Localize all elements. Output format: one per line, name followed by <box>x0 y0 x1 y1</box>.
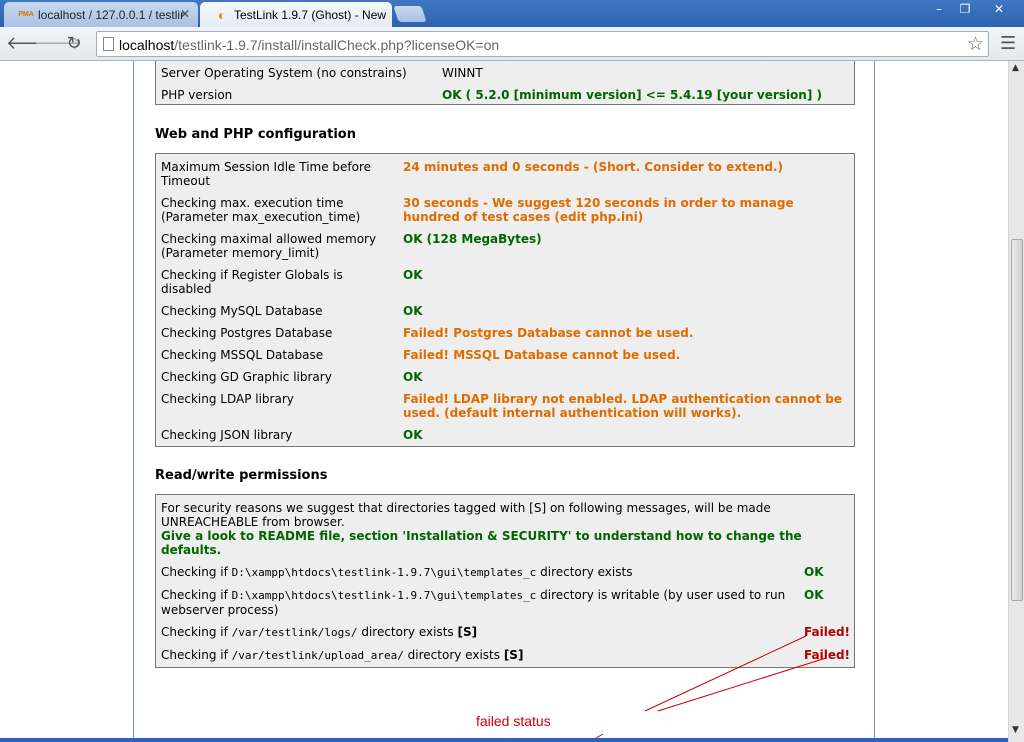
browser-toolbar: 🡐 🡒 ↻ localhost/testlink-1.9.7/install/i… <box>0 27 1024 61</box>
address-bar[interactable]: localhost/testlink-1.9.7/install/install… <box>96 31 989 57</box>
security-tag: [S] <box>457 625 478 639</box>
row-status: Failed! Postgres Database cannot be used… <box>403 326 694 340</box>
section-heading: Web and PHP configuration <box>155 127 356 142</box>
perm-post: directory exists <box>536 565 633 579</box>
pma-icon: PMA <box>18 11 34 18</box>
reload-icon[interactable]: ↻ <box>63 33 85 55</box>
row-label: Checking if Register Globals is disabled <box>161 268 343 296</box>
page-viewport: Server Operating System (no constrains) … <box>0 61 1008 742</box>
row-label: Maximum Session Idle Time before Timeout <box>161 160 372 188</box>
url-path: /testlink-1.9.7/install/installCheck.php… <box>174 37 500 53</box>
perm-pre: Checking if <box>161 648 232 662</box>
section-heading: Read/write permissions <box>155 468 328 483</box>
tab-testlink[interactable]: ◐ TestLink 1.9.7 (Ghost) - New <box>200 2 392 27</box>
content-container: Server Operating System (no constrains) … <box>133 61 875 742</box>
security-intro: For security reasons we suggest that dir… <box>161 501 771 529</box>
scroll-down-icon[interactable]: ▼ <box>1012 725 1019 735</box>
perm-path: D:\xampp\htdocs\testlink-1.9.7\gui\templ… <box>231 566 537 579</box>
tab-label: TestLink 1.9.7 (Ghost) - New <box>234 8 387 22</box>
row-label: Checking MySQL Database <box>161 304 323 318</box>
row-status: OK <box>403 428 423 442</box>
testlink-icon: ◐ <box>217 7 227 23</box>
tab-label: localhost / 127.0.0.1 / testlir <box>38 8 185 22</box>
back-icon[interactable]: 🡐 <box>6 33 54 55</box>
new-tab-button[interactable] <box>393 6 427 22</box>
row-label: Checking maximal allowed memory (Paramet… <box>161 232 377 260</box>
readme-note: Give a look to README file, section 'Ins… <box>161 529 802 557</box>
restore-icon[interactable]: ❐ <box>952 1 978 17</box>
php-version-status: OK ( 5.2.0 [minimum version] <= 5.4.19 [… <box>442 88 822 102</box>
row-status: OK (128 MegaBytes) <box>403 232 542 246</box>
taskbar-strip <box>0 738 1008 742</box>
bookmark-star-icon[interactable]: ☆ <box>967 33 984 55</box>
web-php-config-table: Maximum Session Idle Time before Timeout… <box>155 153 855 447</box>
perm-row-label: Checking if /var/testlink/logs/ director… <box>161 625 791 640</box>
page-icon <box>103 37 114 51</box>
menu-icon[interactable]: ☰ <box>1000 33 1016 54</box>
forward-icon[interactable]: 🡒 <box>34 33 82 55</box>
perm-status: Failed! <box>804 648 851 662</box>
annotation-label: failed status <box>476 713 551 729</box>
url-text[interactable]: localhost/testlink-1.9.7/install/install… <box>119 37 499 53</box>
title-bar: PMA localhost / 127.0.0.1 / testlir ✕ ◐ … <box>0 0 1024 27</box>
perm-pre: Checking if <box>161 565 232 579</box>
row-label: Checking GD Graphic library <box>161 370 332 384</box>
perm-row-label: Checking if D:\xampp\htdocs\testlink-1.9… <box>161 565 791 580</box>
row-status: OK <box>403 268 423 282</box>
row-label: Checking max. execution time (Parameter … <box>161 196 361 224</box>
scroll-up-icon[interactable]: ▲ <box>1012 63 1019 73</box>
perm-pre: Checking if <box>161 588 232 602</box>
perm-path: /var/testlink/logs/ <box>231 626 358 639</box>
perm-path: /var/testlink/upload_area/ <box>231 649 404 662</box>
close-icon[interactable]: ✕ <box>180 7 190 21</box>
row-label: Checking MSSQL Database <box>161 348 324 362</box>
perm-status: OK <box>804 588 824 602</box>
perm-pre: Checking if <box>161 625 232 639</box>
row-status: 24 minutes and 0 seconds - (Short. Consi… <box>403 160 784 174</box>
row-status: 30 seconds - We suggest 120 seconds in o… <box>403 196 794 224</box>
close-window-icon[interactable]: ✕ <box>982 1 1016 17</box>
minimize-icon[interactable]: – <box>926 1 952 17</box>
scrollbar-thumb[interactable] <box>1011 239 1023 601</box>
row-label: Checking JSON library <box>161 428 293 442</box>
row-label: PHP version <box>161 88 233 102</box>
row-label: Server Operating System (no constrains) <box>161 66 407 80</box>
perm-row-label: Checking if /var/testlink/upload_area/ d… <box>161 648 791 663</box>
system-info-table: Server Operating System (no constrains) … <box>155 61 855 105</box>
perm-path: D:\xampp\htdocs\testlink-1.9.7\gui\templ… <box>231 589 537 602</box>
vertical-scrollbar[interactable]: ▲ ▼ <box>1008 61 1024 742</box>
row-label: Checking Postgres Database <box>161 326 333 340</box>
row-status: Failed! MSSQL Database cannot be used. <box>403 348 681 362</box>
row-status: OK <box>403 304 423 318</box>
row-status: Failed! LDAP library not enabled. LDAP a… <box>403 392 842 420</box>
row-status: OK <box>403 370 423 384</box>
perm-status: Failed! <box>804 625 851 639</box>
tab-phpmyadmin[interactable]: PMA localhost / 127.0.0.1 / testlir ✕ <box>4 2 198 27</box>
url-host: localhost <box>119 37 175 53</box>
row-value: WINNT <box>442 66 483 80</box>
perm-post: directory exists <box>357 625 458 639</box>
perm-row-label: Checking if D:\xampp\htdocs\testlink-1.9… <box>161 588 791 617</box>
annotation-blank <box>558 711 684 731</box>
perm-post: directory exists <box>403 648 504 662</box>
security-tag: [S] <box>503 648 524 662</box>
row-label: Checking LDAP library <box>161 392 294 406</box>
perm-status: OK <box>804 565 824 579</box>
permissions-table: For security reasons we suggest that dir… <box>155 494 855 668</box>
